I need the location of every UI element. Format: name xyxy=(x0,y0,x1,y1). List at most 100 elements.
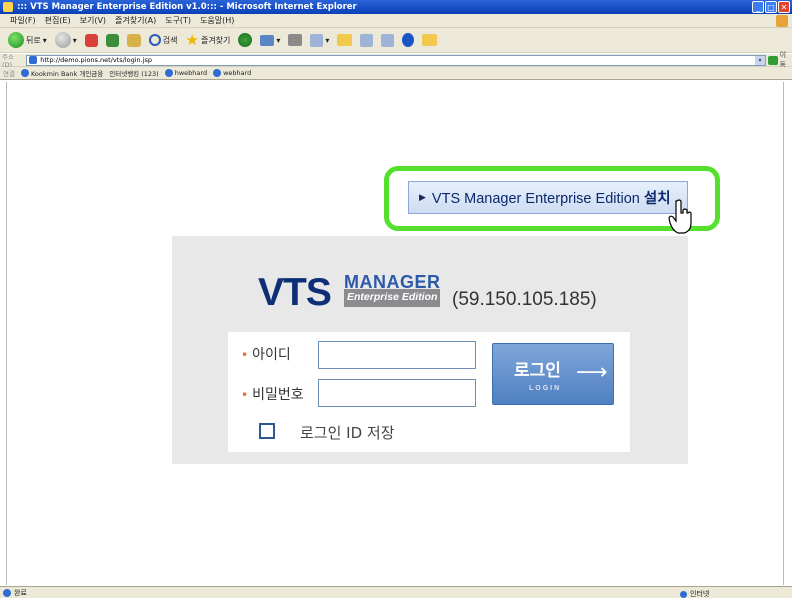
refresh-icon xyxy=(105,33,119,47)
print-button[interactable] xyxy=(286,30,304,50)
status-bar: 완료 인터넷 xyxy=(0,586,792,598)
history-icon xyxy=(238,33,253,47)
id-label: • 아이디 xyxy=(241,344,291,364)
link-label: Kookmin Bank 개인금융 xyxy=(30,70,104,78)
favorites-button[interactable]: ★ 즐겨찾기 xyxy=(184,30,233,50)
link-label: webhard xyxy=(223,69,252,77)
address-dropdown-icon[interactable]: ▾ xyxy=(755,55,766,65)
window-controls: _ □ ✕ xyxy=(752,1,790,13)
toolbar: 뒤로 ▾ ▾ 검색 ★ 즐겨찾기 ▾ ▾ xyxy=(0,28,792,53)
messenger-icon xyxy=(360,33,374,47)
id-input[interactable] xyxy=(318,341,476,369)
windows-logo-icon xyxy=(776,15,788,27)
bluetooth-icon xyxy=(402,33,415,47)
folder-button[interactable] xyxy=(335,30,354,50)
install-label-action: 설치 xyxy=(643,191,671,207)
home-icon xyxy=(126,33,141,47)
window-title: ::: VTS Manager Enterprise Edition v1.0:… xyxy=(17,2,357,12)
forward-button[interactable]: ▾ xyxy=(53,30,79,50)
zone-label: 인터넷 xyxy=(690,590,710,598)
favorites-label: 즐겨찾기 xyxy=(200,35,231,45)
logo-vts: VTS xyxy=(258,271,332,314)
menu-edit[interactable]: 편집(E) xyxy=(45,15,71,26)
password-label: • 비밀번호 xyxy=(241,384,304,404)
ie-page-icon xyxy=(164,69,173,77)
forward-arrow-icon xyxy=(54,32,71,48)
menu-tools[interactable]: 도구(T) xyxy=(165,15,191,26)
id-label-text: 아이디 xyxy=(252,347,291,363)
tool-icon xyxy=(422,34,438,46)
menu-file[interactable]: 파일(F) xyxy=(10,15,36,26)
title-bar: ::: VTS Manager Enterprise Edition v1.0:… xyxy=(0,0,792,14)
install-label-main: VTS Manager Enterprise Edition xyxy=(431,191,640,207)
install-label: VTS Manager Enterprise Edition 설치 xyxy=(432,187,671,208)
research-icon xyxy=(381,33,395,47)
links-label: 연결 xyxy=(3,70,15,78)
history-button[interactable] xyxy=(236,30,254,50)
tool-button[interactable] xyxy=(420,30,439,50)
search-label: 검색 xyxy=(162,35,178,45)
mail-button[interactable]: ▾ xyxy=(258,30,282,50)
link-kookmin-bank[interactable]: Kookmin Bank 개인금융 xyxy=(20,68,104,78)
minimize-button[interactable]: _ xyxy=(752,1,764,13)
bullet-icon: • xyxy=(241,348,249,362)
star-icon: ★ xyxy=(185,31,199,49)
security-zone: 인터넷 xyxy=(680,589,709,598)
address-url: http://demo.pions.net/vts/login.jsp xyxy=(40,56,153,64)
link-hwebhard[interactable]: hwebhard xyxy=(164,69,208,77)
messenger-button[interactable] xyxy=(358,30,375,50)
dropdown-arrow-icon: ▾ xyxy=(325,35,330,45)
research-button[interactable] xyxy=(379,30,396,50)
dropdown-arrow-icon: ▾ xyxy=(276,35,281,45)
link-label: 인터넷뱅킹 (123) xyxy=(109,70,159,78)
link-webhard[interactable]: webhard xyxy=(213,69,251,77)
menu-view[interactable]: 보기(V) xyxy=(80,15,106,26)
triangle-right-icon: ▶ xyxy=(419,192,426,202)
go-arrow-icon xyxy=(768,55,778,65)
save-id-checkbox[interactable] xyxy=(259,423,275,439)
back-arrow-icon xyxy=(8,32,24,48)
folder-icon xyxy=(337,34,353,46)
bullet-icon: • xyxy=(241,388,249,402)
print-icon xyxy=(288,34,303,46)
bluetooth-button[interactable] xyxy=(400,30,416,50)
password-input[interactable] xyxy=(318,379,476,407)
logo-edition: Enterprise Edition xyxy=(344,289,441,307)
edit-page-icon xyxy=(310,33,324,47)
search-button[interactable]: 검색 xyxy=(147,30,180,50)
maximize-button[interactable]: □ xyxy=(765,1,777,13)
address-input[interactable]: http://demo.pions.net/vts/login.jsp ▾ xyxy=(26,54,767,66)
menu-favorites[interactable]: 즐겨찾기(A) xyxy=(115,15,156,26)
ie-app-icon xyxy=(3,2,13,12)
stop-button[interactable] xyxy=(83,30,100,50)
address-bar: 주소(D) http://demo.pions.net/vts/login.js… xyxy=(0,51,792,69)
search-icon xyxy=(148,34,161,46)
menu-bar: 파일(F) 편집(E) 보기(V) 즐겨찾기(A) 도구(T) 도움말(H) xyxy=(0,14,792,28)
ie-page-icon xyxy=(213,69,222,77)
back-button[interactable]: 뒤로 ▾ xyxy=(6,30,49,50)
login-button[interactable]: 로그인 ⟶ LOGIN xyxy=(492,343,614,405)
ie-page-icon xyxy=(20,69,29,77)
back-label: 뒤로 xyxy=(26,35,41,45)
hand-cursor-icon xyxy=(668,199,692,234)
close-button[interactable]: ✕ xyxy=(778,1,790,13)
refresh-button[interactable] xyxy=(104,30,121,50)
login-button-sub: LOGIN xyxy=(529,385,562,392)
menu-help[interactable]: 도움말(H) xyxy=(200,15,234,26)
link-internet-banking[interactable]: 인터넷뱅킹 (123) xyxy=(109,68,158,78)
dropdown-arrow-icon: ▾ xyxy=(72,35,77,45)
arrow-right-icon: ⟶ xyxy=(576,360,608,385)
ie-page-icon xyxy=(3,588,11,597)
link-label: hwebhard xyxy=(174,69,208,77)
links-bar: 연결 Kookmin Bank 개인금융 인터넷뱅킹 (123) hwebhar… xyxy=(0,67,792,80)
globe-icon xyxy=(680,590,687,598)
dropdown-arrow-icon: ▾ xyxy=(42,35,47,45)
mail-icon xyxy=(260,34,275,46)
login-button-label: 로그인 xyxy=(514,361,561,381)
stop-icon xyxy=(84,33,98,47)
install-link[interactable]: ▶ VTS Manager Enterprise Edition 설치 xyxy=(408,181,688,214)
edit-button[interactable]: ▾ xyxy=(308,30,331,50)
server-ip: (59.150.105.185) xyxy=(452,289,597,310)
home-button[interactable] xyxy=(125,30,143,50)
save-id-label: 로그인 ID 저장 xyxy=(300,424,395,442)
